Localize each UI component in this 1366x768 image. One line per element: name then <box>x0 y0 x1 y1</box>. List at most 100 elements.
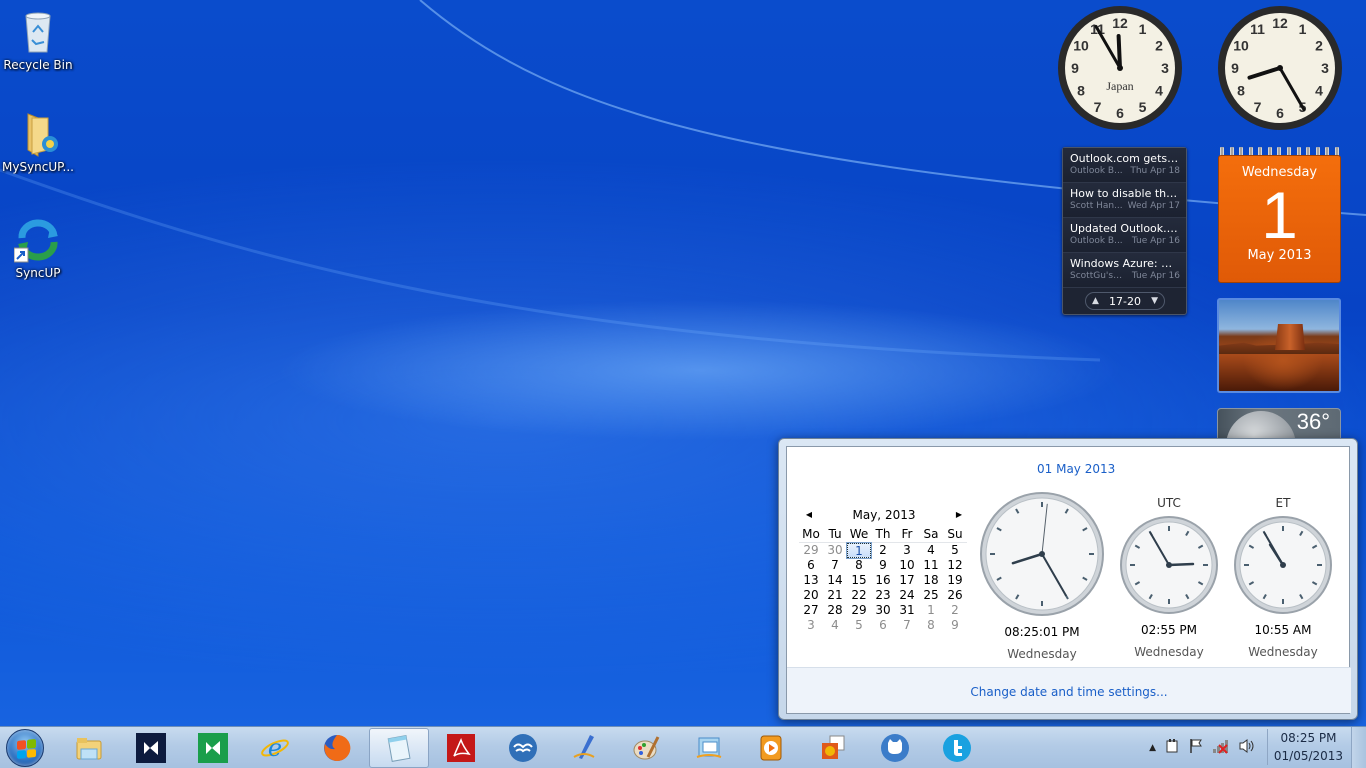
taskbar-app-media-player[interactable] <box>741 728 801 768</box>
slideshow-gadget[interactable] <box>1217 298 1341 393</box>
analog-clock-japan: 123456789101112Japan <box>1058 6 1182 130</box>
feed-item[interactable]: Updated Outlook.c... Outlook B... Tue Apr… <box>1063 218 1186 253</box>
clock-numeral: 9 <box>1231 60 1239 76</box>
taskbar-app-github[interactable] <box>865 728 925 768</box>
show-hidden-icons-button[interactable]: ▲ <box>1149 743 1156 753</box>
weather-gadget[interactable]: 36° <box>1217 408 1341 442</box>
feed-item[interactable]: Outlook.com gets t... Outlook B... Thu Ap… <box>1063 148 1186 183</box>
calendar-day[interactable]: 2 <box>871 543 895 558</box>
feed-item-source: Outlook B... <box>1070 236 1123 246</box>
calendar-day[interactable]: 9 <box>871 558 895 573</box>
notepad-icon <box>387 735 411 762</box>
calendar-day[interactable]: 18 <box>919 573 943 588</box>
calendar-day[interactable]: 29 <box>847 603 871 618</box>
syncup-shortcut-icon <box>13 216 62 264</box>
clock-gadget-japan[interactable]: 123456789101112Japan <box>1056 4 1184 132</box>
calendar-day[interactable]: 16 <box>871 573 895 588</box>
twitter-icon <box>943 734 971 762</box>
flyout-date-link[interactable]: 01 May 2013 <box>1037 462 1115 476</box>
calendar-day[interactable]: 19 <box>943 573 967 588</box>
feed-item-source: Scott Han... <box>1070 201 1123 211</box>
calendar-day[interactable]: 22 <box>847 588 871 603</box>
start-button[interactable] <box>6 729 44 767</box>
calendar-prev-month-button[interactable]: ◀ <box>801 505 817 525</box>
calendar-day[interactable]: 21 <box>823 588 847 603</box>
calendar-day[interactable]: 12 <box>943 558 967 573</box>
taskbar-app-internet-explorer[interactable]: e <box>245 728 305 768</box>
calendar-day[interactable]: 3 <box>799 618 823 633</box>
calendar-day[interactable]: 13 <box>799 573 823 588</box>
calendar-day[interactable]: 8 <box>919 618 943 633</box>
desktop-icon-recycle-bin[interactable]: Recycle Bin <box>0 8 76 72</box>
power-icon[interactable] <box>1164 738 1180 758</box>
calendar-day[interactable]: 1 <box>919 603 943 618</box>
calendar-day[interactable]: 30 <box>871 603 895 618</box>
taskbar-app-firefox[interactable] <box>307 728 367 768</box>
calendar-day[interactable]: 31 <box>895 603 919 618</box>
calendar-day[interactable]: 20 <box>799 588 823 603</box>
show-desktop-button[interactable] <box>1351 727 1366 768</box>
calendar-day[interactable]: 23 <box>871 588 895 603</box>
desktop-icon-syncup[interactable]: SyncUP <box>0 216 76 280</box>
local-clock <box>979 491 1105 617</box>
clock-gadget-local[interactable]: 123456789101112 <box>1216 4 1344 132</box>
calendar-day[interactable]: 29 <box>799 543 823 558</box>
calendar-day[interactable]: 10 <box>895 558 919 573</box>
calendar-day-today[interactable]: 1 <box>846 542 872 559</box>
weekday-header: Su <box>943 527 967 543</box>
calendar-gadget[interactable]: Wednesday 1 May 2013 <box>1218 147 1341 283</box>
taskbar-app-twitter[interactable] <box>927 728 987 768</box>
weather-temperature: 36° <box>1296 409 1330 434</box>
calendar-day[interactable]: 4 <box>823 618 847 633</box>
calendar-day[interactable]: 3 <box>895 543 919 558</box>
calendar-day[interactable]: 27 <box>799 603 823 618</box>
calendar-day[interactable]: 15 <box>847 573 871 588</box>
taskbar-app-visual-studio[interactable] <box>121 728 181 768</box>
recycle-bin-icon <box>14 8 62 56</box>
taskbar-app-adobe-reader[interactable] <box>431 728 491 768</box>
calendar-day[interactable]: 28 <box>823 603 847 618</box>
calendar-day[interactable]: 30 <box>823 543 847 558</box>
calendar-day[interactable]: 4 <box>919 543 943 558</box>
calendar-day[interactable]: 8 <box>847 558 871 573</box>
taskbar-app-live-writer[interactable] <box>555 728 615 768</box>
calendar-day[interactable]: 17 <box>895 573 919 588</box>
network-disconnected-icon[interactable] <box>1212 738 1230 758</box>
taskbar-app-photo-gallery[interactable] <box>803 728 863 768</box>
taskbar-app-live-mail[interactable] <box>679 728 739 768</box>
taskbar-app-paint[interactable] <box>617 728 677 768</box>
feed-prev-arrow-icon[interactable]: ▲ <box>1092 296 1099 306</box>
feed-item-date: Wed Apr 17 <box>1127 201 1180 211</box>
calendar-month-title[interactable]: May, 2013 <box>853 508 916 522</box>
calendar-day[interactable]: 5 <box>847 618 871 633</box>
photo-gallery-icon <box>822 735 845 759</box>
taskbar-clock[interactable]: 08:25 PM 01/05/2013 <box>1267 729 1349 765</box>
calendar-day[interactable]: 25 <box>919 588 943 603</box>
calendar-day[interactable]: 11 <box>919 558 943 573</box>
feed-item-title: How to disable the... <box>1070 187 1180 200</box>
desktop-icon-mysyncup[interactable]: MySyncUP... <box>0 110 76 174</box>
feed-item[interactable]: Windows Azure: G... ScottGu's ... Tue Apr… <box>1063 253 1186 288</box>
feed-next-arrow-icon[interactable]: ▼ <box>1151 296 1158 306</box>
calendar-day[interactable]: 24 <box>895 588 919 603</box>
taskbar-app-notepad[interactable] <box>369 728 429 768</box>
change-date-time-settings-link[interactable]: Change date and time settings... <box>970 685 1167 699</box>
calendar-day[interactable]: 9 <box>943 618 967 633</box>
hour-hand <box>1167 562 1195 567</box>
calendar-day[interactable]: 14 <box>823 573 847 588</box>
calendar-day[interactable]: 5 <box>943 543 967 558</box>
calendar-day[interactable]: 2 <box>943 603 967 618</box>
calendar-day[interactable]: 7 <box>895 618 919 633</box>
volume-icon[interactable] <box>1238 738 1256 758</box>
feed-item[interactable]: How to disable the... Scott Han... Wed Ap… <box>1063 183 1186 218</box>
taskbar-app-explorer-folder[interactable] <box>59 728 119 768</box>
calendar-day[interactable]: 7 <box>823 558 847 573</box>
taskbar-date: 01/05/2013 <box>1273 749 1344 763</box>
taskbar-app-visual-studio-express[interactable] <box>183 728 243 768</box>
calendar-day[interactable]: 26 <box>943 588 967 603</box>
calendar-day[interactable]: 6 <box>871 618 895 633</box>
action-center-flag-icon[interactable] <box>1188 738 1204 758</box>
calendar-next-month-button[interactable]: ▶ <box>951 505 967 525</box>
taskbar-app-openoffice[interactable] <box>493 728 553 768</box>
calendar-day[interactable]: 6 <box>799 558 823 573</box>
